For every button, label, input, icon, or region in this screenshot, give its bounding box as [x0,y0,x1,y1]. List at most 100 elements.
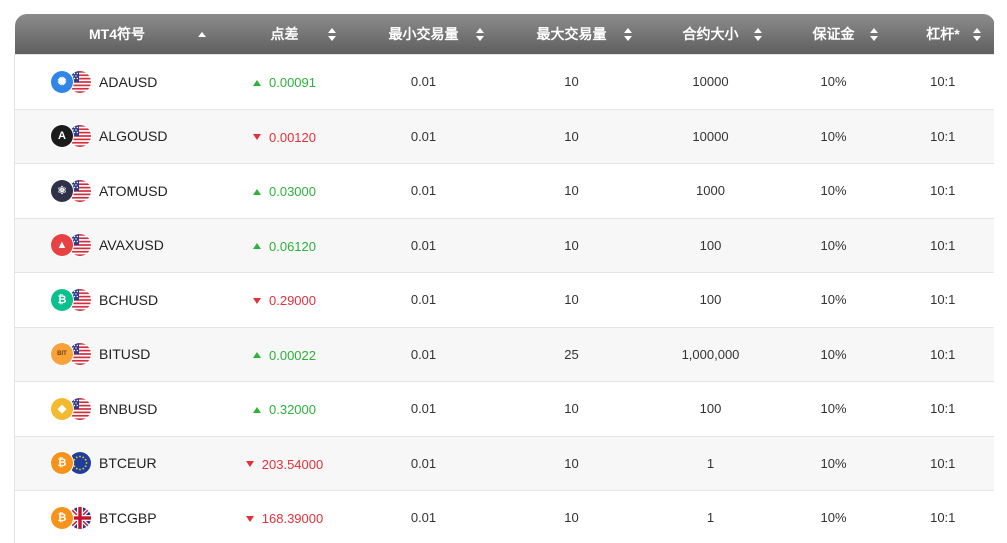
spread-cell: 0.00091 [219,54,350,109]
cosmos-icon: ⚛ [51,179,73,202]
column-header-label: 保证金 [812,26,855,42]
min-volume-cell: 0.01 [349,326,498,382]
sort-icon[interactable] [197,28,206,42]
min-volume-cell: 0.01 [349,217,498,273]
margin-cell: 10% [775,163,892,218]
sort-icon[interactable] [972,28,981,42]
table-body: ✺ ADAUSD 0.00091 0.01 10 10000 10% 10:1 A ALGOUSD… [14,54,994,543]
column-header-label: 合约大小 [682,26,739,42]
leverage-cell: 10:1 [891,163,994,218]
symbol-group: ✺ ADAUSD [15,70,220,93]
table-row[interactable]: ◆ BNBUSD 0.32000 0.01 10 100 10% 10:1 [14,381,994,436]
symbol-name: BNBUSD [99,400,158,417]
symbol-name: AVAXUSD [99,237,164,254]
leverage-cell: 10:1 [891,435,994,491]
min-volume-cell: 0.01 [349,381,498,436]
min-volume-cell: 0.01 [349,490,498,543]
spread-value-group: 0.00022 [253,348,316,363]
column-header-spread[interactable]: 点差 [219,14,350,55]
leverage-cell: 10:1 [891,54,994,109]
table-row[interactable]: ✺ ADAUSD 0.00091 0.01 10 10000 10% 10:1 [14,54,994,109]
spread-value-group: 0.03000 [253,184,316,199]
column-header-margin[interactable]: 保证金 [775,14,892,55]
contract-size-cell: 100 [645,217,776,273]
spread-value: 203.54000 [261,456,324,472]
symbol-cell: ⚛ ATOMUSD [14,163,220,218]
table-row[interactable]: ⚛ ATOMUSD 0.03000 0.01 10 1000 10% 10:1 [14,163,994,218]
symbol-group: ₿ BTCGBP [15,506,220,529]
symbol-group: BIT BITUSD [15,343,220,366]
spread-cell: 0.03000 [219,163,350,218]
symbol-group: ◆ BNBUSD [15,397,220,420]
margin-cell: 10% [775,490,892,543]
min-volume-cell: 0.01 [349,54,498,109]
bit-icon: BIT [51,343,73,366]
cardano-icon: ✺ [51,70,73,93]
symbol-group: ₿ BTCEUR [15,452,220,475]
leverage-cell: 10:1 [891,217,994,273]
sort-icon[interactable] [753,28,762,42]
max-volume-cell: 10 [497,490,646,543]
column-header-symbol[interactable]: MT4符号 [14,14,220,55]
symbol-cell: A ALGOUSD [14,108,220,164]
spread-value: 0.29000 [269,293,316,308]
column-header-max-volume[interactable]: 最大交易量 [497,14,646,55]
table-row[interactable]: ₿ BTCEUR 203.54000 0.01 10 1 10% 10:1 [14,435,994,491]
symbol-name: BTCGBP [99,509,157,526]
symbol-cell: BIT BITUSD [14,326,220,382]
margin-cell: 10% [775,217,892,273]
symbol-name: BTCEUR [99,455,157,472]
column-header-contract-size[interactable]: 合约大小 [645,14,776,55]
triangle-up-icon [253,406,261,413]
sort-icon[interactable] [475,28,484,42]
column-header-leverage[interactable]: 杠杆* [891,14,994,55]
symbol-cell: ◆ BNBUSD [14,381,220,436]
symbol-cell: ₿ BTCEUR [14,435,220,491]
spread-value: 0.00022 [269,347,316,363]
triangle-down-icon [253,134,261,140]
contract-size-cell: 10000 [645,108,776,164]
table-row[interactable]: ▲ AVAXUSD 0.06120 0.01 10 100 10% 10:1 [14,217,994,273]
max-volume-cell: 25 [497,326,646,382]
table-row[interactable]: A ALGOUSD 0.00120 0.01 10 10000 10% 10:1 [14,108,994,164]
symbol-cell: ▲ AVAXUSD [14,217,220,273]
table-row[interactable]: BIT BITUSD 0.00022 0.01 25 1,000,000 10% 10:1 [14,326,994,382]
column-header-min-volume[interactable]: 最小交易量 [349,14,498,55]
spread-cell: 0.00120 [219,108,350,164]
symbol-cell: ✺ ADAUSD [14,54,220,109]
triangle-down-icon [253,297,261,304]
table-row[interactable]: ₿ BTCGBP 168.39000 0.01 10 1 10% 10:1 [14,490,994,543]
max-volume-cell: 10 [497,272,646,327]
sort-icon[interactable] [623,28,632,42]
spread-cell: 203.54000 [219,435,350,491]
min-volume-cell: 0.01 [349,435,498,491]
contract-size-cell: 1,000,000 [645,326,776,382]
instrument-table: MT4符号 点差 最小交易量 最大交易量 合约大小 保证金 杠杆* ✺ ADAUSD 0.000… [14,14,994,543]
triangle-up-icon [253,243,261,249]
contract-size-cell: 100 [645,381,776,436]
spread-value-group: 0.06120 [253,239,316,254]
symbol-name: ATOMUSD [99,182,168,199]
sort-icon[interactable] [869,28,878,42]
symbol-name: ADAUSD [99,73,158,90]
sort-icon[interactable] [327,28,336,42]
leverage-cell: 10:1 [891,381,994,436]
spread-value-group: 203.54000 [245,456,324,472]
column-header-label: 杠杆* [926,26,960,42]
max-volume-cell: 10 [497,435,646,491]
margin-cell: 10% [775,326,892,382]
algorand-icon: A [51,125,73,148]
symbol-cell: ₿ BCHUSD [14,272,220,327]
symbol-group: ▲ AVAXUSD [15,234,220,257]
symbol-cell: ₿ BTCGBP [14,490,220,543]
spread-value: 0.00120 [269,129,316,145]
symbol-name: ALGOUSD [99,128,168,145]
column-header-label: 点差 [270,26,299,42]
table-row[interactable]: ₿ BCHUSD 0.29000 0.01 10 100 10% 10:1 [14,272,994,327]
spread-value: 0.06120 [269,238,316,254]
column-header-label: 最大交易量 [536,26,607,42]
symbol-group: ⚛ ATOMUSD [15,179,220,202]
triangle-down-icon [245,515,254,522]
triangle-down-icon [245,461,254,467]
spread-cell: 168.39000 [219,490,350,543]
